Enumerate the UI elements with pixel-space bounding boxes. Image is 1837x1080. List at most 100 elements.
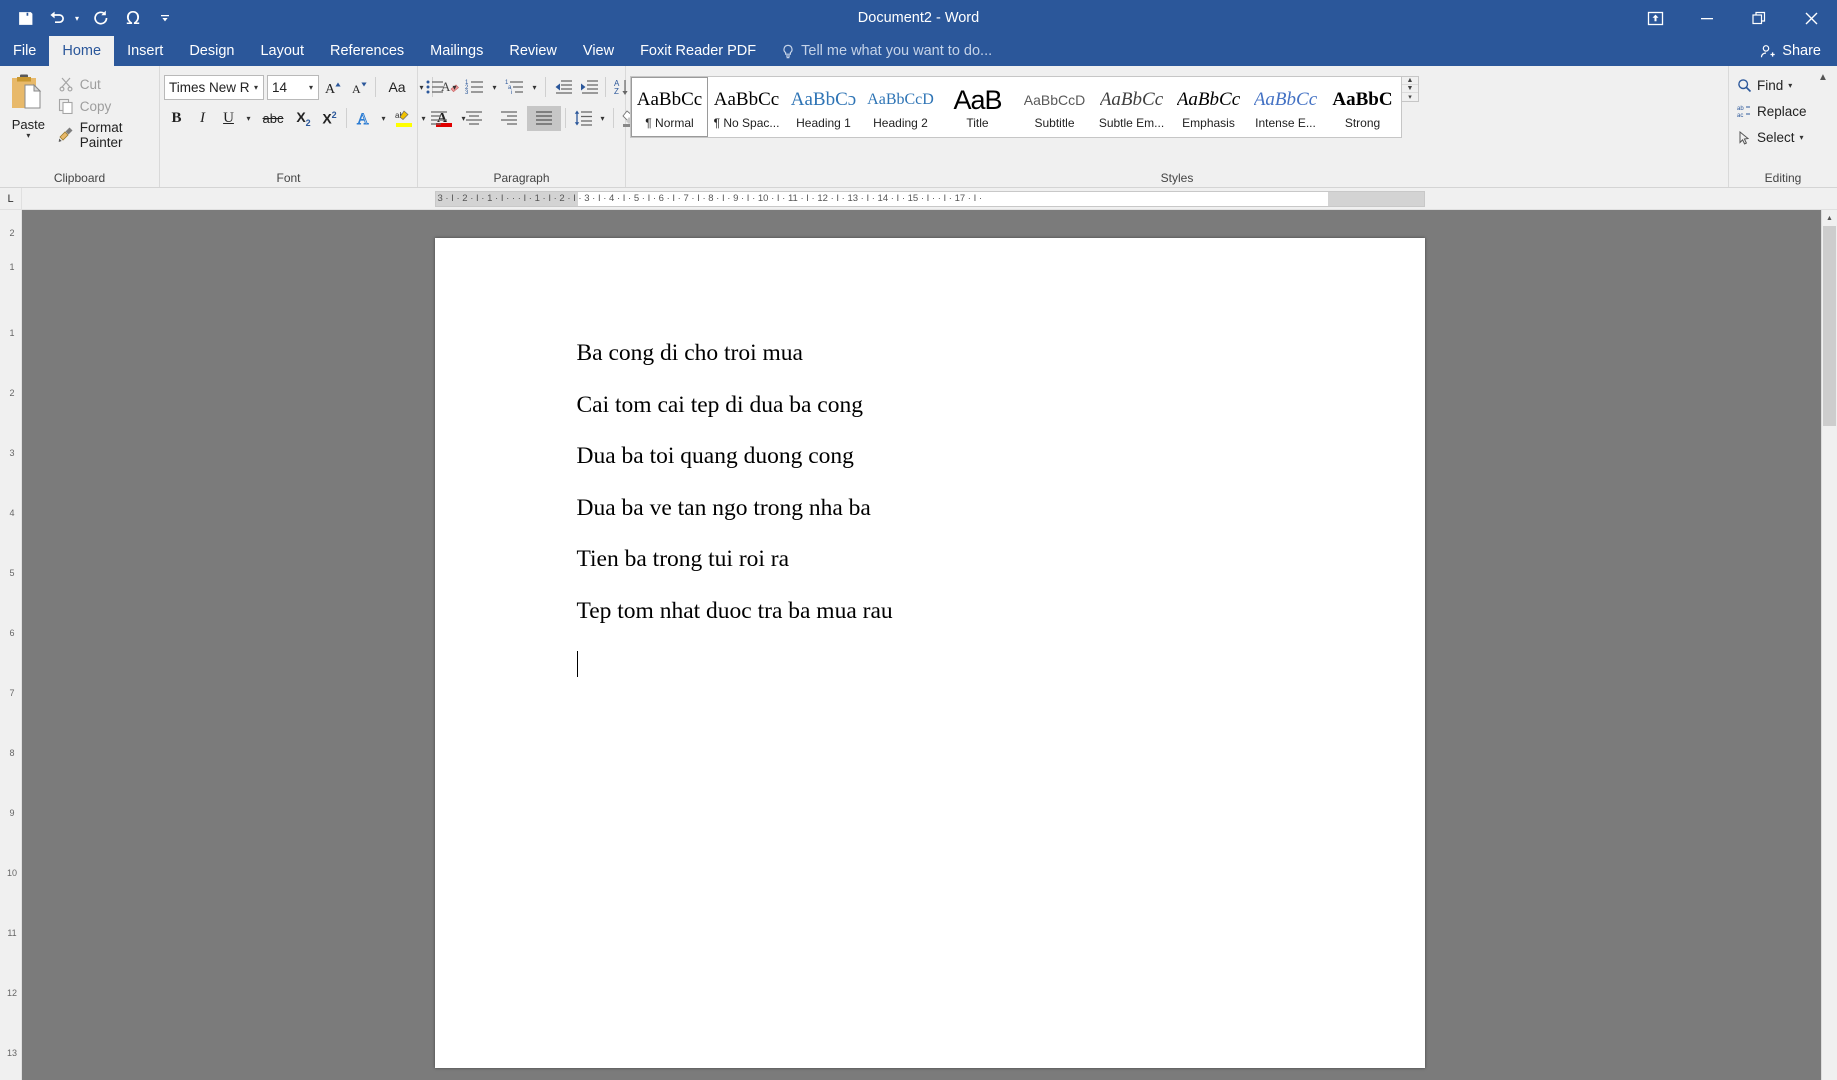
increase-indent-icon[interactable] — [576, 75, 601, 100]
tab-design[interactable]: Design — [176, 36, 247, 66]
copy-button[interactable]: Copy — [55, 96, 155, 116]
style-preview: AaBbCc — [713, 89, 780, 110]
numbering-dropdown-icon[interactable]: ▾ — [488, 75, 501, 100]
text-effects-dropdown-icon[interactable]: ▾ — [377, 106, 390, 131]
tab-references[interactable]: References — [317, 36, 417, 66]
tab-mailings[interactable]: Mailings — [417, 36, 496, 66]
undo-icon[interactable] — [42, 4, 72, 32]
tab-stop-selector[interactable]: L — [0, 187, 22, 210]
styles-scroll-up-icon[interactable]: ▲ — [1402, 77, 1418, 85]
line-spacing-icon[interactable] — [570, 106, 595, 131]
italic-button[interactable]: I — [190, 106, 215, 131]
strikethrough-button[interactable]: abc — [256, 106, 290, 131]
scroll-up-icon[interactable]: ▲ — [1822, 210, 1837, 226]
vertical-scrollbar[interactable]: ▲ ▼ — [1821, 210, 1837, 1080]
document-page[interactable]: Ba cong di cho troi mua Cai tom cai tep … — [434, 238, 1425, 1068]
tab-foxit-reader-pdf[interactable]: Foxit Reader PDF — [627, 36, 769, 66]
styles-scroll-down-icon[interactable]: ▼ — [1402, 85, 1418, 93]
select-button[interactable]: Select ▾ — [1733, 126, 1808, 149]
document-line[interactable]: Dua ba ve tan ngo trong nha ba — [577, 496, 1425, 521]
undo-dropdown-icon[interactable]: ▾ — [70, 4, 84, 32]
style-subtitle[interactable]: AaBbCcD Subtitle — [1016, 77, 1093, 137]
cut-button[interactable]: Cut — [55, 74, 155, 94]
bullets-icon[interactable] — [422, 75, 447, 100]
collapse-ribbon-icon[interactable]: ▲ — [1814, 68, 1832, 86]
style-heading-1[interactable]: AaBbCɔ Heading 1 — [785, 77, 862, 137]
find-button[interactable]: Find ▾ — [1733, 74, 1796, 97]
underline-dropdown-icon[interactable]: ▾ — [242, 106, 255, 131]
redo-icon[interactable] — [86, 4, 116, 32]
tab-view[interactable]: View — [570, 36, 627, 66]
document-line[interactable]: Tep tom nhat duoc tra ba mua rau — [577, 599, 1425, 624]
document-line[interactable]: Ba cong di cho troi mua — [577, 341, 1425, 366]
multilevel-list-icon[interactable]: 1ai — [502, 75, 527, 100]
find-dropdown-icon[interactable]: ▾ — [1788, 81, 1792, 90]
document-canvas[interactable]: Ba cong di cho troi mua Cai tom cai tep … — [22, 210, 1837, 1080]
close-icon[interactable] — [1785, 0, 1837, 36]
align-right-icon[interactable] — [492, 106, 526, 131]
tab-home[interactable]: Home — [49, 36, 115, 66]
grow-font-icon[interactable]: A — [320, 75, 345, 100]
style-heading-2[interactable]: AaBbCcD Heading 2 — [862, 77, 939, 137]
horizontal-ruler[interactable]: 3 · I · 2 · I · 1 · I · · · I · 1 · I · … — [22, 188, 1837, 210]
paste-button[interactable]: Paste ▾ — [4, 70, 53, 152]
omega-icon[interactable]: Ω — [118, 4, 148, 32]
tab-review[interactable]: Review — [496, 36, 570, 66]
save-icon[interactable] — [10, 4, 40, 32]
paste-dropdown-icon[interactable]: ▾ — [26, 132, 30, 140]
styles-more-icon[interactable]: ▾ — [1402, 93, 1418, 101]
tab-layout[interactable]: Layout — [247, 36, 317, 66]
minimize-icon[interactable] — [1681, 0, 1733, 36]
subscript-button[interactable]: X2 — [291, 106, 316, 131]
document-line[interactable]: Dua ba toi quang duong cong — [577, 444, 1425, 469]
select-dropdown-icon[interactable]: ▾ — [1800, 133, 1804, 142]
decrease-indent-icon[interactable] — [550, 75, 575, 100]
scrollbar-thumb[interactable] — [1823, 226, 1836, 426]
font-name-dropdown-icon[interactable]: ▾ — [249, 83, 263, 92]
style-intense-emphasis[interactable]: AaBbCc Intense E... — [1247, 77, 1324, 137]
bullets-dropdown-icon[interactable]: ▾ — [448, 75, 461, 100]
style-subtle-emphasis[interactable]: AaBbCc Subtle Em... — [1093, 77, 1170, 137]
justify-icon[interactable] — [527, 105, 561, 131]
document-caret-line[interactable] — [576, 651, 1425, 677]
multilevel-dropdown-icon[interactable]: ▾ — [528, 75, 541, 100]
document-line[interactable]: Cai tom cai tep di dua ba cong — [577, 393, 1425, 418]
shrink-font-icon[interactable]: A — [346, 75, 371, 100]
line-spacing-dropdown-icon[interactable]: ▾ — [596, 106, 609, 131]
font-name-combobox[interactable]: Times New Ro ▾ — [164, 74, 264, 100]
superscript-button[interactable]: X2 — [317, 106, 342, 131]
tab-insert[interactable]: Insert — [114, 36, 176, 66]
vertical-ruler[interactable]: 2 1 1 2 3 4 5 6 7 8 9 10 11 12 13 — [0, 210, 22, 1080]
scroll-down-icon[interactable]: ▼ — [1822, 1074, 1837, 1080]
numbering-icon[interactable]: 123 — [462, 75, 487, 100]
cut-label: Cut — [79, 76, 101, 92]
tell-me-search[interactable]: Tell me what you want to do... — [769, 36, 1004, 66]
share-button[interactable]: Share — [1744, 36, 1837, 66]
style-emphasis[interactable]: AaBbCc Emphasis — [1170, 77, 1247, 137]
text-effects-icon[interactable]: A — [351, 106, 376, 131]
style-normal[interactable]: AaBbCc ¶ Normal — [631, 77, 708, 137]
font-size-combobox[interactable]: 14 ▾ — [267, 74, 319, 100]
document-line[interactable]: Tien ba trong tui roi ra — [577, 547, 1425, 572]
font-size-dropdown-icon[interactable]: ▾ — [304, 83, 318, 92]
customize-qat-icon[interactable] — [150, 4, 180, 32]
tab-file[interactable]: File — [0, 36, 49, 66]
divider — [613, 108, 614, 128]
replace-button[interactable]: ab ac Replace — [1733, 100, 1811, 123]
align-left-icon[interactable] — [422, 106, 456, 131]
align-center-icon[interactable] — [457, 106, 491, 131]
ribbon-display-options-icon[interactable] — [1629, 0, 1681, 36]
document-text-body[interactable]: Ba cong di cho troi mua Cai tom cai tep … — [435, 238, 1425, 677]
restore-icon[interactable] — [1733, 0, 1785, 36]
underline-button[interactable]: U — [216, 106, 241, 131]
style-title[interactable]: AaB Title — [939, 77, 1016, 137]
style-no-spacing[interactable]: AaBbCc ¶ No Spac... — [708, 77, 785, 137]
search-icon — [1737, 78, 1752, 93]
svg-text:A: A — [352, 82, 361, 96]
text-highlight-color-icon[interactable]: ab — [391, 106, 416, 131]
bold-button[interactable]: B — [164, 106, 189, 131]
format-painter-button[interactable]: Format Painter — [55, 118, 155, 152]
share-person-icon — [1760, 44, 1776, 59]
change-case-icon[interactable]: Aa — [380, 75, 414, 100]
style-strong[interactable]: AaBbC Strong — [1324, 77, 1401, 137]
